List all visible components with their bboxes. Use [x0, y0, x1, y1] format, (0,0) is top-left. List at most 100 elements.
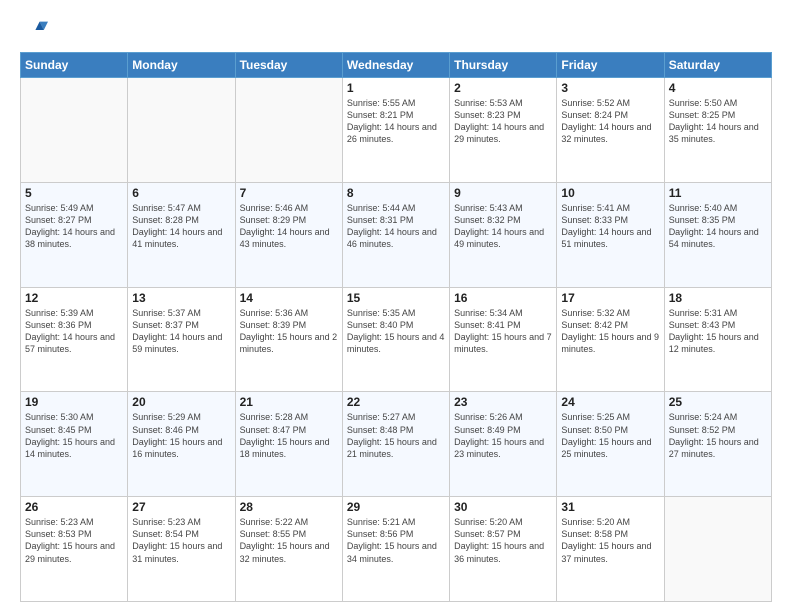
day-number: 26 — [25, 500, 123, 514]
calendar-cell: 5Sunrise: 5:49 AM Sunset: 8:27 PM Daylig… — [21, 182, 128, 287]
day-number: 17 — [561, 291, 659, 305]
day-number: 28 — [240, 500, 338, 514]
day-number: 29 — [347, 500, 445, 514]
calendar-cell: 8 Sunrise: 5:44 AM Sunset: 8:31 PM Daylig… — [342, 182, 449, 287]
day-info: Sunrise: 5:52 AM Sunset: 8:24 PM Dayligh… — [561, 97, 659, 146]
day-number: 21 — [240, 395, 338, 409]
day-info: Sunrise: 5:44 AM Sunset: 8:31 PM Dayligh… — [347, 202, 445, 251]
calendar-cell: 3 Sunrise: 5:52 AM Sunset: 8:24 PM Daylig… — [557, 78, 664, 183]
day-info: Sunrise: 5:46 AM Sunset: 8:29 PM Dayligh… — [240, 202, 338, 251]
calendar-week-4: 19 Sunrise: 5:30 AM Sunset: 8:45 PM Dayli… — [21, 392, 772, 497]
day-number: 22 — [347, 395, 445, 409]
header — [20, 16, 772, 44]
calendar-cell: 18 Sunrise: 5:31 AM Sunset: 8:43 PM Dayli… — [664, 287, 771, 392]
day-info: Sunrise: 5:47 AM Sunset: 8:28 PM Dayligh… — [132, 202, 230, 251]
day-number: 7 — [240, 186, 338, 200]
calendar-cell: 6 Sunrise: 5:47 AM Sunset: 8:28 PM Daylig… — [128, 182, 235, 287]
day-number: 3 — [561, 81, 659, 95]
calendar-cell: 7 Sunrise: 5:46 AM Sunset: 8:29 PM Daylig… — [235, 182, 342, 287]
day-info: Sunrise: 5:24 AM Sunset: 8:52 PM Dayligh… — [669, 411, 767, 460]
day-number: 20 — [132, 395, 230, 409]
day-number: 9 — [454, 186, 552, 200]
day-number: 6 — [132, 186, 230, 200]
day-info: Sunrise: 5:39 AM Sunset: 8:36 PM Dayligh… — [25, 307, 123, 356]
day-number: 11 — [669, 186, 767, 200]
day-info: Sunrise: 5:23 AM Sunset: 8:53 PM Dayligh… — [25, 516, 123, 565]
day-info: Sunrise: 5:37 AM Sunset: 8:37 PM Dayligh… — [132, 307, 230, 356]
day-number: 13 — [132, 291, 230, 305]
day-info: Sunrise: 5:49 AM Sunset: 8:27 PM Dayligh… — [25, 202, 123, 251]
calendar-cell: 10 Sunrise: 5:41 AM Sunset: 8:33 PM Dayli… — [557, 182, 664, 287]
day-info: Sunrise: 5:41 AM Sunset: 8:33 PM Dayligh… — [561, 202, 659, 251]
day-info: Sunrise: 5:31 AM Sunset: 8:43 PM Dayligh… — [669, 307, 767, 356]
day-info: Sunrise: 5:30 AM Sunset: 8:45 PM Dayligh… — [25, 411, 123, 460]
day-info: Sunrise: 5:25 AM Sunset: 8:50 PM Dayligh… — [561, 411, 659, 460]
logo-icon — [20, 16, 48, 44]
calendar-cell — [664, 497, 771, 602]
calendar-cell: 1Sunrise: 5:55 AM Sunset: 8:21 PM Daylig… — [342, 78, 449, 183]
weekday-header-friday: Friday — [557, 53, 664, 78]
day-number: 12 — [25, 291, 123, 305]
calendar-cell: 16 Sunrise: 5:34 AM Sunset: 8:41 PM Dayli… — [450, 287, 557, 392]
calendar-week-3: 12 Sunrise: 5:39 AM Sunset: 8:36 PM Dayli… — [21, 287, 772, 392]
day-info: Sunrise: 5:34 AM Sunset: 8:41 PM Dayligh… — [454, 307, 552, 356]
calendar-week-1: 1Sunrise: 5:55 AM Sunset: 8:21 PM Daylig… — [21, 78, 772, 183]
calendar-week-2: 5Sunrise: 5:49 AM Sunset: 8:27 PM Daylig… — [21, 182, 772, 287]
calendar-cell: 29 Sunrise: 5:21 AM Sunset: 8:56 PM Dayli… — [342, 497, 449, 602]
calendar-cell: 14 Sunrise: 5:36 AM Sunset: 8:39 PM Dayli… — [235, 287, 342, 392]
logo — [20, 16, 52, 44]
calendar-cell: 19 Sunrise: 5:30 AM Sunset: 8:45 PM Dayli… — [21, 392, 128, 497]
day-info: Sunrise: 5:27 AM Sunset: 8:48 PM Dayligh… — [347, 411, 445, 460]
day-number: 10 — [561, 186, 659, 200]
calendar-table: SundayMondayTuesdayWednesdayThursdayFrid… — [20, 52, 772, 602]
day-number: 8 — [347, 186, 445, 200]
day-info: Sunrise: 5:40 AM Sunset: 8:35 PM Dayligh… — [669, 202, 767, 251]
calendar-cell — [128, 78, 235, 183]
day-number: 15 — [347, 291, 445, 305]
day-info: Sunrise: 5:22 AM Sunset: 8:55 PM Dayligh… — [240, 516, 338, 565]
day-number: 14 — [240, 291, 338, 305]
calendar-header-row: SundayMondayTuesdayWednesdayThursdayFrid… — [21, 53, 772, 78]
day-info: Sunrise: 5:35 AM Sunset: 8:40 PM Dayligh… — [347, 307, 445, 356]
day-number: 4 — [669, 81, 767, 95]
calendar-cell: 17 Sunrise: 5:32 AM Sunset: 8:42 PM Dayli… — [557, 287, 664, 392]
weekday-header-tuesday: Tuesday — [235, 53, 342, 78]
weekday-header-saturday: Saturday — [664, 53, 771, 78]
calendar-cell: 20Sunrise: 5:29 AM Sunset: 8:46 PM Dayli… — [128, 392, 235, 497]
day-number: 27 — [132, 500, 230, 514]
day-info: Sunrise: 5:50 AM Sunset: 8:25 PM Dayligh… — [669, 97, 767, 146]
day-number: 25 — [669, 395, 767, 409]
calendar-cell: 22 Sunrise: 5:27 AM Sunset: 8:48 PM Dayli… — [342, 392, 449, 497]
calendar-cell: 21Sunrise: 5:28 AM Sunset: 8:47 PM Dayli… — [235, 392, 342, 497]
calendar-cell: 25 Sunrise: 5:24 AM Sunset: 8:52 PM Dayli… — [664, 392, 771, 497]
day-number: 2 — [454, 81, 552, 95]
day-number: 23 — [454, 395, 552, 409]
calendar-cell: 28 Sunrise: 5:22 AM Sunset: 8:55 PM Dayli… — [235, 497, 342, 602]
calendar-cell: 31 Sunrise: 5:20 AM Sunset: 8:58 PM Dayli… — [557, 497, 664, 602]
calendar-cell — [21, 78, 128, 183]
page: SundayMondayTuesdayWednesdayThursdayFrid… — [0, 0, 792, 612]
day-info: Sunrise: 5:20 AM Sunset: 8:58 PM Dayligh… — [561, 516, 659, 565]
calendar-cell: 23Sunrise: 5:26 AM Sunset: 8:49 PM Dayli… — [450, 392, 557, 497]
day-info: Sunrise: 5:36 AM Sunset: 8:39 PM Dayligh… — [240, 307, 338, 356]
calendar-cell: 24Sunrise: 5:25 AM Sunset: 8:50 PM Dayli… — [557, 392, 664, 497]
weekday-header-thursday: Thursday — [450, 53, 557, 78]
calendar-cell: 9 Sunrise: 5:43 AM Sunset: 8:32 PM Daylig… — [450, 182, 557, 287]
day-info: Sunrise: 5:20 AM Sunset: 8:57 PM Dayligh… — [454, 516, 552, 565]
calendar-cell: 4 Sunrise: 5:50 AM Sunset: 8:25 PM Daylig… — [664, 78, 771, 183]
calendar-cell: 2Sunrise: 5:53 AM Sunset: 8:23 PM Daylig… — [450, 78, 557, 183]
calendar-cell — [235, 78, 342, 183]
calendar-cell: 11 Sunrise: 5:40 AM Sunset: 8:35 PM Dayli… — [664, 182, 771, 287]
day-info: Sunrise: 5:32 AM Sunset: 8:42 PM Dayligh… — [561, 307, 659, 356]
calendar-cell: 26 Sunrise: 5:23 AM Sunset: 8:53 PM Dayli… — [21, 497, 128, 602]
day-info: Sunrise: 5:43 AM Sunset: 8:32 PM Dayligh… — [454, 202, 552, 251]
day-info: Sunrise: 5:23 AM Sunset: 8:54 PM Dayligh… — [132, 516, 230, 565]
day-number: 18 — [669, 291, 767, 305]
day-number: 30 — [454, 500, 552, 514]
day-number: 16 — [454, 291, 552, 305]
day-info: Sunrise: 5:21 AM Sunset: 8:56 PM Dayligh… — [347, 516, 445, 565]
weekday-header-sunday: Sunday — [21, 53, 128, 78]
calendar-cell: 27 Sunrise: 5:23 AM Sunset: 8:54 PM Dayli… — [128, 497, 235, 602]
day-number: 31 — [561, 500, 659, 514]
day-number: 19 — [25, 395, 123, 409]
